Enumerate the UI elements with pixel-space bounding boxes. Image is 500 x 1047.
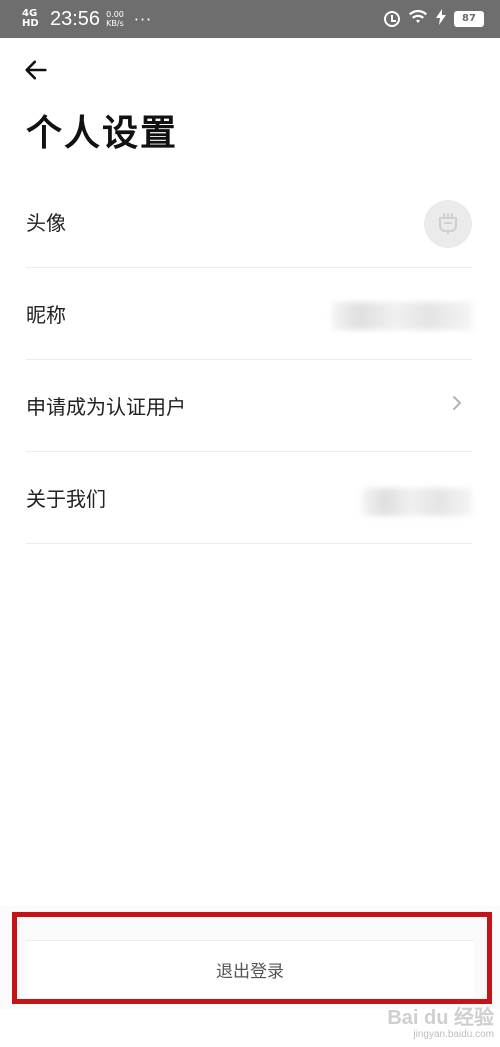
speed-unit: KB/s xyxy=(106,19,124,28)
settings-item-nickname[interactable]: 昵称 xyxy=(26,268,472,360)
settings-item-label: 昵称 xyxy=(26,303,66,327)
settings-item-verify[interactable]: 申请成为认证用户 xyxy=(26,360,472,452)
speed-value: 0.00 xyxy=(106,10,124,19)
chevron-right-icon xyxy=(453,396,461,410)
default-avatar-icon xyxy=(439,213,457,234)
settings-list: 头像 昵称 申请成为认证用户 关于我们 xyxy=(26,176,472,544)
network-indicator: 4G HD xyxy=(22,8,39,29)
back-button[interactable] xyxy=(22,56,54,88)
watermark-url: jingyan.baidu.com xyxy=(413,1029,494,1040)
network-speed: 0.00 KB/s xyxy=(106,10,124,28)
settings-item-label: 头像 xyxy=(26,211,66,235)
settings-item-label: 关于我们 xyxy=(26,487,106,511)
arrow-left-icon xyxy=(25,60,47,80)
wifi-icon xyxy=(408,9,428,29)
watermark-logo: Bai du 经验 xyxy=(387,1007,494,1029)
more-notifications-icon: ··· xyxy=(133,9,153,29)
about-value-blurred xyxy=(362,488,472,516)
settings-item-about[interactable]: 关于我们 xyxy=(26,452,472,544)
watermark: Bai du 经验 jingyan.baidu.com xyxy=(387,1007,494,1041)
avatar[interactable] xyxy=(424,200,472,248)
nickname-value-blurred xyxy=(332,302,472,330)
page-title: 个人设置 xyxy=(26,113,179,154)
settings-item-label: 申请成为认证用户 xyxy=(26,395,186,419)
settings-item-avatar[interactable]: 头像 xyxy=(26,176,472,268)
status-icons: 87 xyxy=(384,9,484,29)
status-time: 23:56 xyxy=(50,7,101,30)
charging-icon xyxy=(436,9,446,29)
logout-button[interactable]: 退出登录 xyxy=(26,940,474,998)
settings-page: 个人设置 头像 昵称 申请成为认证用户 关于我们 xyxy=(0,38,500,1047)
alarm-icon xyxy=(384,11,400,27)
battery-indicator: 87 xyxy=(454,11,484,27)
status-bar: 4G HD 23:56 0.00 KB/s ··· 87 xyxy=(0,0,500,38)
